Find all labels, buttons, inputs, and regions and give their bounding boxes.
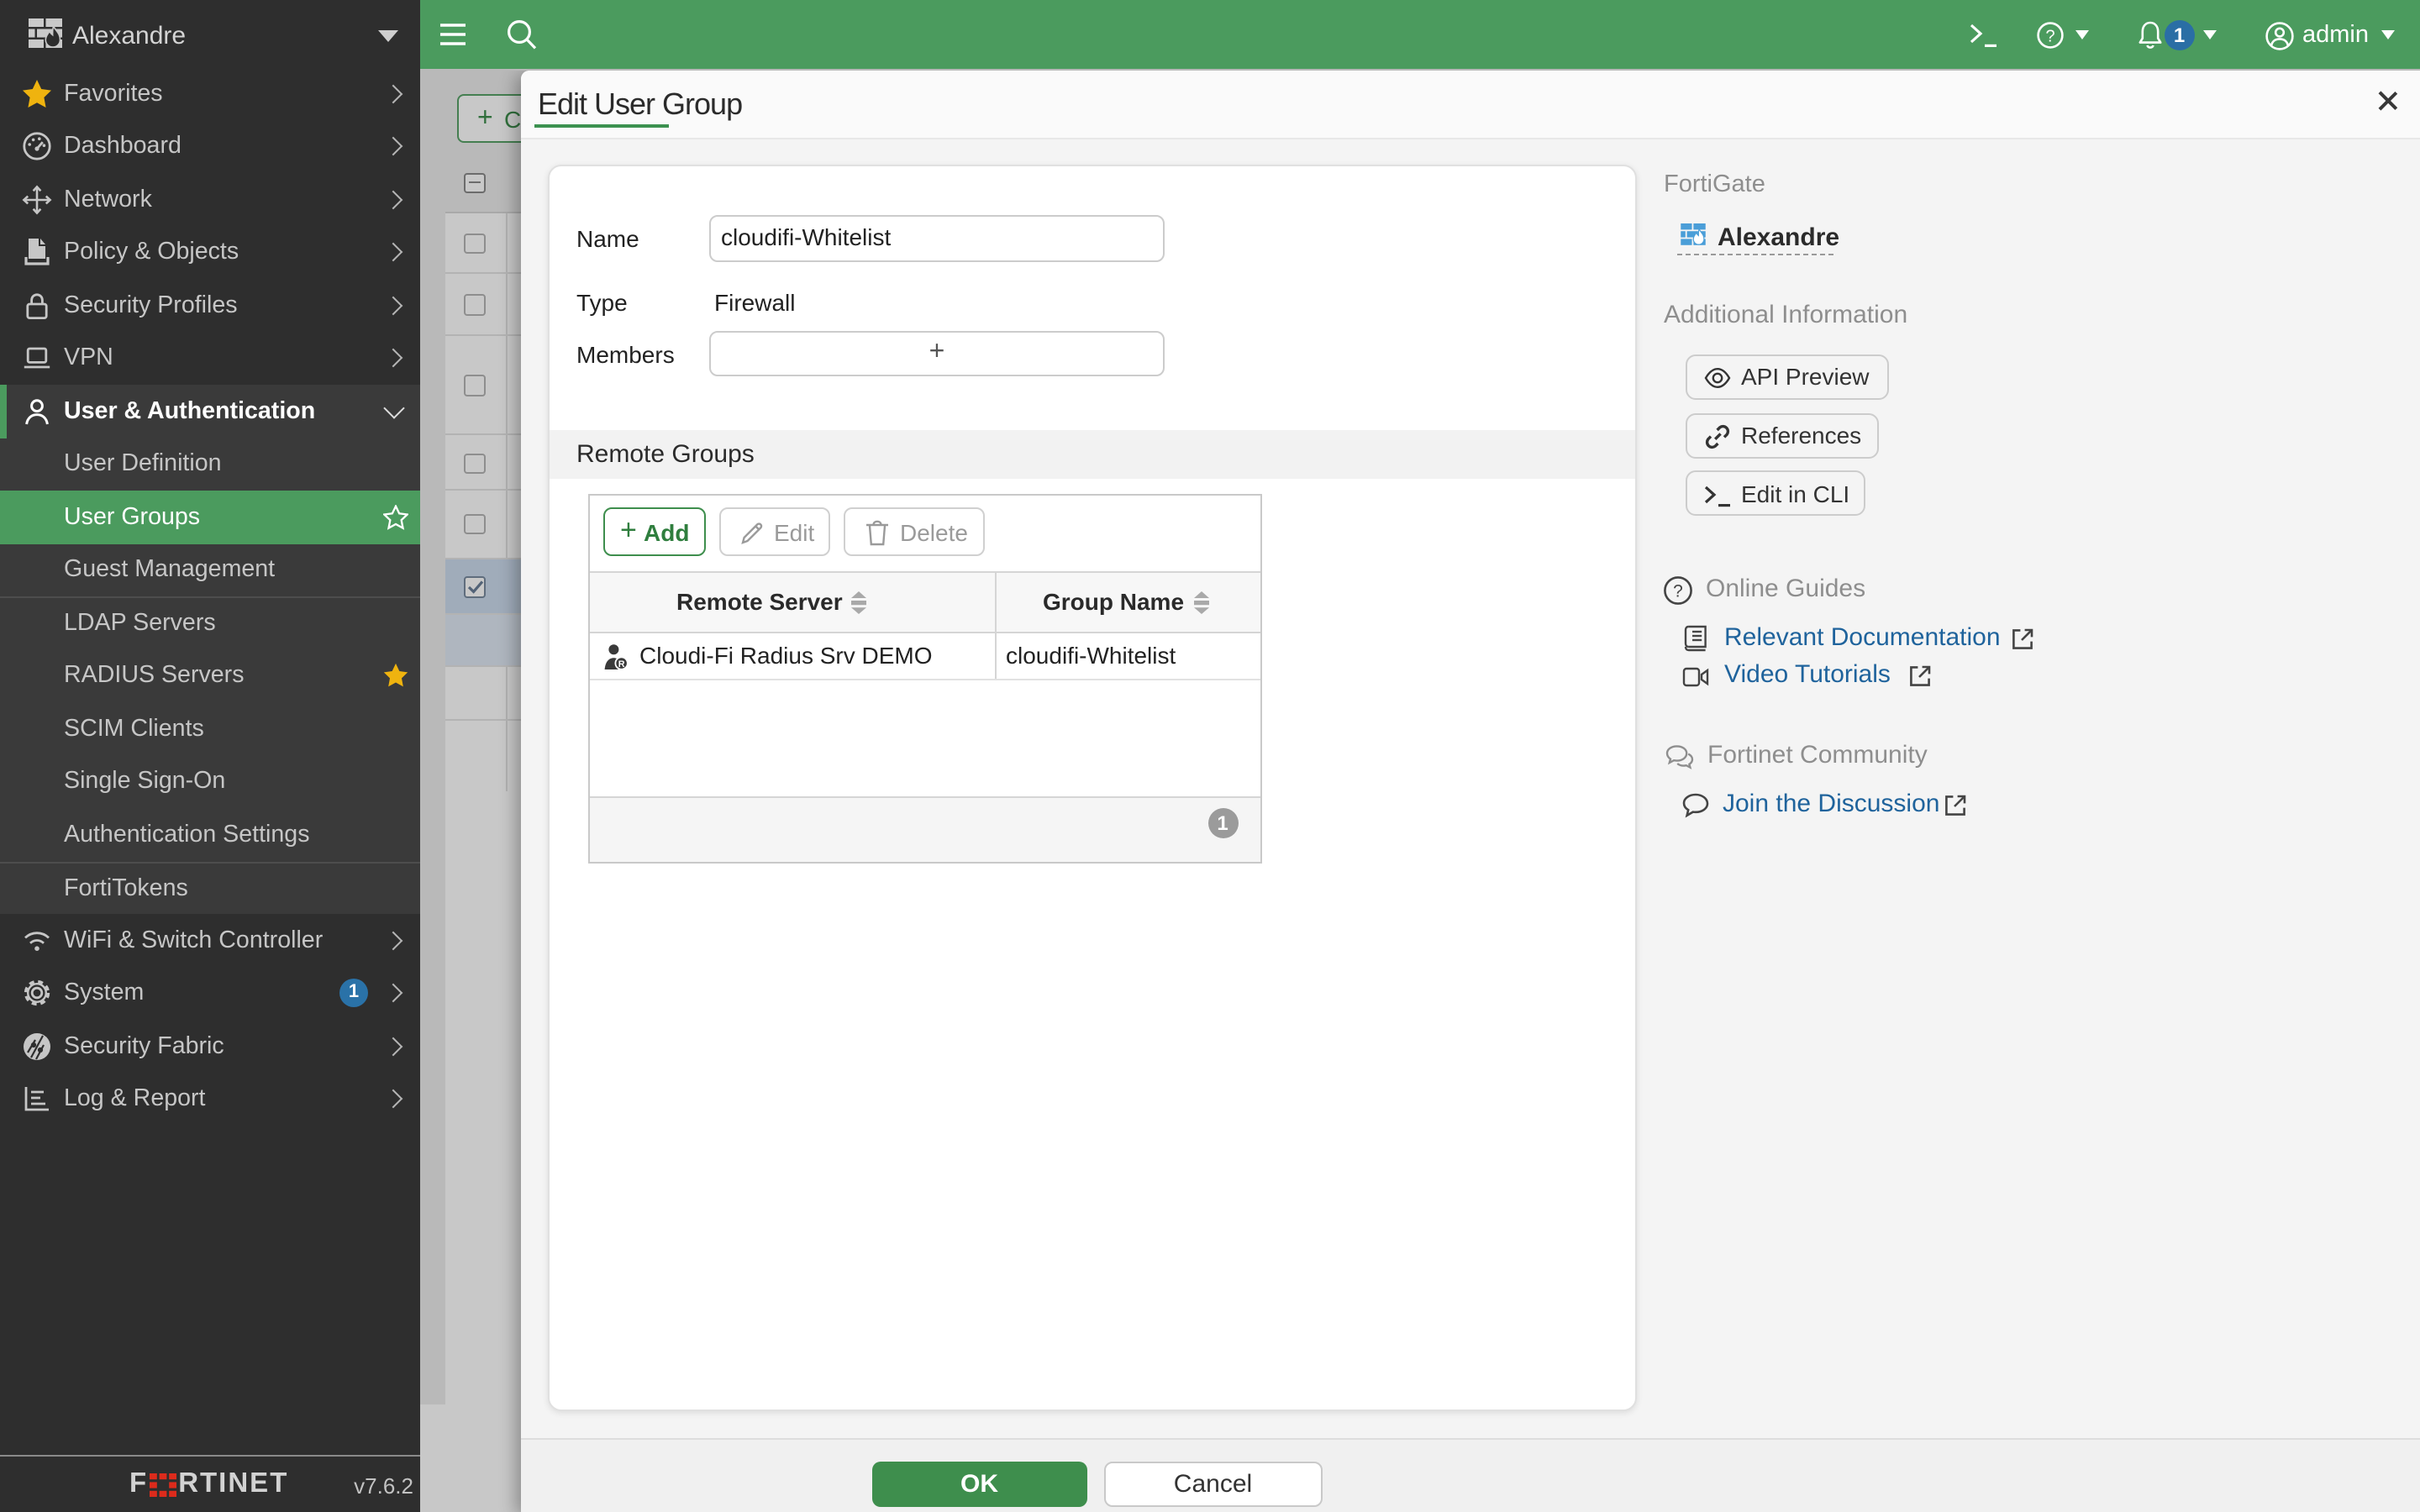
svg-text:R: R bbox=[618, 659, 625, 669]
svg-text:?: ? bbox=[2044, 28, 2054, 46]
svg-text:?: ? bbox=[1673, 582, 1683, 601]
